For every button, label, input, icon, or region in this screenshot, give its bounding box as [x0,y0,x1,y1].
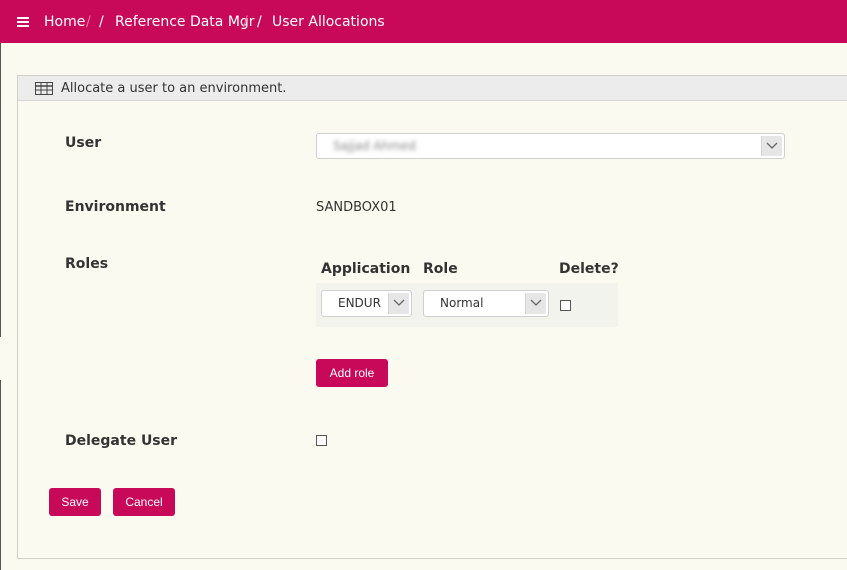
roles-label: Roles [65,256,109,272]
panel-header: Allocate a user to an environment. [18,76,847,101]
roles-header-delete: Delete? [559,261,619,277]
delete-role-checkbox[interactable] [560,300,571,311]
panel-title: Allocate a user to an environment. [61,81,287,96]
application-select-arrow [388,293,409,314]
user-label: User [65,135,102,151]
user-select-arrow [761,136,782,156]
roles-header-application: Application [321,261,411,277]
breadcrumb-separator: / [99,14,104,30]
role-select[interactable]: Normal [423,290,549,317]
chevron-down-icon [766,142,778,149]
table-icon [35,82,53,95]
left-edge-line-lower [0,380,1,570]
breadcrumb-separator: / [86,14,91,30]
breadcrumb-user-allocations: User Allocations [272,14,385,30]
environment-label: Environment [65,199,166,215]
role-select-arrow [525,293,546,314]
role-select-value: Normal [440,296,484,310]
breadcrumb-separator: / [257,14,262,30]
environment-value: SANDBOX01 [316,200,397,215]
chevron-down-icon [530,299,542,306]
user-select-value: Sajjad Ahmed [333,139,416,153]
breadcrumb-home[interactable]: Home [44,14,85,30]
left-edge-line [0,43,1,337]
user-select[interactable]: Sajjad Ahmed [316,133,785,159]
breadcrumb-separator: / [243,14,248,30]
cancel-button[interactable]: Cancel [113,488,175,516]
application-select-value: ENDUR [338,296,381,310]
delegate-user-checkbox[interactable] [316,435,327,446]
application-select[interactable]: ENDUR [321,290,412,317]
hamburger-menu-icon[interactable] [17,17,29,27]
breadcrumb-reference-data-mgr[interactable]: Reference Data Mgr [115,14,255,30]
top-nav-bar: Home / / Reference Data Mgr / / User All… [0,0,847,43]
add-role-button[interactable]: Add role [316,359,388,387]
save-button[interactable]: Save [49,488,101,516]
roles-header-role: Role [423,261,458,277]
delegate-user-label: Delegate User [65,433,178,449]
chevron-down-icon [393,299,405,306]
